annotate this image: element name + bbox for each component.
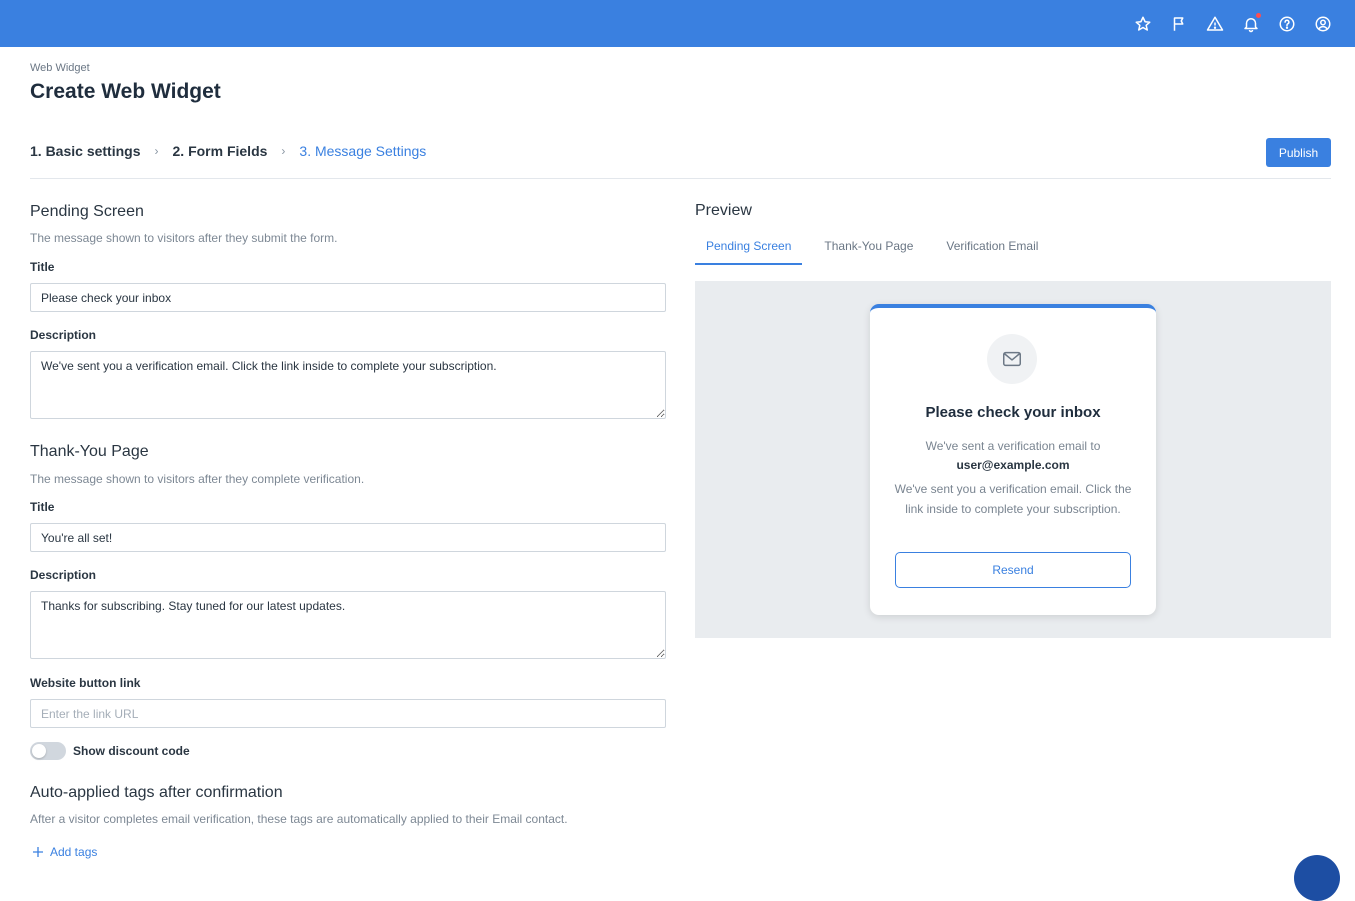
website-link-label: Website button link xyxy=(30,676,141,690)
add-tags-button[interactable]: Add tags xyxy=(32,845,97,859)
pending-section-subtitle: The message shown to visitors after they… xyxy=(30,231,338,245)
wizard-steps: 1. Basic settings › 2. Form Fields › 3. … xyxy=(30,143,426,159)
preview-card-sent-to: We've sent a verification email to xyxy=(925,439,1101,453)
thankyou-title-label: Title xyxy=(30,500,55,514)
plus-icon xyxy=(33,847,43,857)
discount-code-label: Show discount code xyxy=(73,744,190,758)
warning-icon[interactable] xyxy=(1205,14,1225,34)
mail-icon xyxy=(987,334,1037,384)
step-form-fields[interactable]: 2. Form Fields xyxy=(173,143,268,159)
resend-button[interactable]: Resend xyxy=(895,552,1131,588)
step-separator: › xyxy=(281,144,286,158)
preview-tabs: Pending Screen Thank-You Page Verificati… xyxy=(695,233,1060,265)
discount-code-toggle[interactable] xyxy=(30,742,66,760)
preview-card-email: user@example.com xyxy=(956,458,1070,472)
pending-description-input[interactable]: We've sent you a verification email. Cli… xyxy=(30,351,666,419)
step-message-settings[interactable]: 3. Message Settings xyxy=(299,143,426,159)
tab-thank-you-page[interactable]: Thank-You Page xyxy=(813,233,924,265)
tags-section-subtitle: After a visitor completes email verifica… xyxy=(30,812,568,826)
flag-icon[interactable] xyxy=(1169,14,1189,34)
bell-icon[interactable] xyxy=(1241,12,1261,34)
divider xyxy=(30,178,1331,179)
pending-section-title: Pending Screen xyxy=(30,203,144,220)
tab-pending-screen[interactable]: Pending Screen xyxy=(695,233,803,265)
tags-section-title: Auto-applied tags after confirmation xyxy=(30,784,283,801)
preview-title: Preview xyxy=(695,202,752,219)
preview-card-title: Please check your inbox xyxy=(925,404,1101,421)
step-separator: › xyxy=(154,144,159,158)
thankyou-title-input[interactable] xyxy=(30,523,666,552)
publish-button[interactable]: Publish xyxy=(1266,138,1331,167)
add-tags-label: Add tags xyxy=(50,845,98,859)
notification-dot xyxy=(1256,12,1261,18)
preview-card-body: We've sent you a verification email. Cli… xyxy=(894,482,1132,516)
top-bar xyxy=(0,0,1355,47)
tab-verification-email[interactable]: Verification Email xyxy=(935,233,1049,265)
user-icon[interactable] xyxy=(1313,14,1333,34)
star-icon[interactable] xyxy=(1133,14,1153,34)
preview-card: Please check your inbox We've sent a ver… xyxy=(870,304,1156,615)
thankyou-section-title: Thank-You Page xyxy=(30,443,149,460)
breadcrumb[interactable]: Web Widget xyxy=(30,62,90,74)
top-bar-icons xyxy=(1133,0,1333,47)
thankyou-description-label: Description xyxy=(30,568,97,582)
chat-launcher-button[interactable] xyxy=(1294,855,1340,901)
pending-description-label: Description xyxy=(30,328,97,342)
thankyou-description-input[interactable]: Thanks for subscribing. Stay tuned for o… xyxy=(30,591,666,659)
page-title: Create Web Widget xyxy=(30,80,221,103)
pending-title-label: Title xyxy=(30,260,55,274)
step-basic-settings[interactable]: 1. Basic settings xyxy=(30,143,141,159)
help-icon[interactable] xyxy=(1277,14,1297,34)
preview-area: Please check your inbox We've sent a ver… xyxy=(695,281,1331,638)
thankyou-section-subtitle: The message shown to visitors after they… xyxy=(30,472,365,486)
pending-title-input[interactable] xyxy=(30,283,666,312)
website-link-input[interactable] xyxy=(30,699,666,728)
